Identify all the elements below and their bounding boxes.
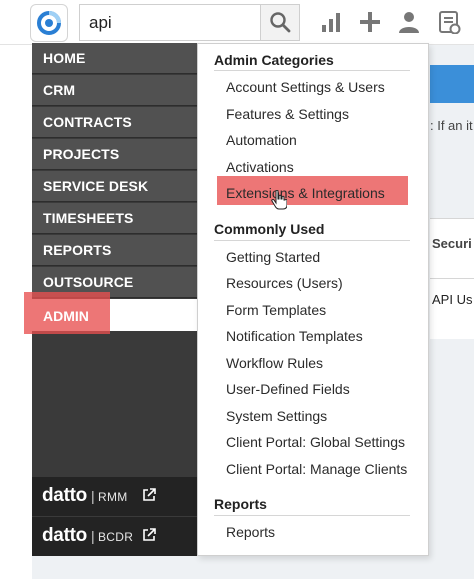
- nav-item-admin-label[interactable]: ADMIN: [43, 308, 89, 324]
- nav-item-home[interactable]: HOME: [32, 43, 197, 74]
- user-icon[interactable]: [397, 10, 421, 34]
- search-icon: [270, 12, 291, 33]
- nav-item-timesheets[interactable]: TIMESHEETS: [32, 203, 197, 234]
- menu-link-activations[interactable]: Activations: [226, 159, 294, 175]
- background-cell: API Us: [432, 292, 473, 307]
- nav-item-reports[interactable]: REPORTS: [32, 235, 197, 266]
- autotask-logo[interactable]: [30, 4, 68, 42]
- hand-cursor-icon: [271, 190, 287, 210]
- analytics-icon[interactable]: [319, 10, 343, 34]
- datto-brand: datto: [42, 525, 87, 546]
- search-box: [79, 4, 300, 41]
- add-icon[interactable]: [358, 10, 382, 34]
- menu-link-extensions-integrations[interactable]: Extensions & Integrations: [226, 185, 385, 201]
- external-link-icon: [143, 528, 156, 541]
- section-divider: [214, 240, 410, 241]
- menu-link-account-settings[interactable]: Account Settings & Users: [226, 79, 385, 95]
- menu-link-resources-users[interactable]: Resources (Users): [226, 275, 343, 291]
- menu-link-workflow-rules[interactable]: Workflow Rules: [226, 355, 323, 371]
- background-info-text: : If an it: [430, 118, 473, 133]
- timesheet-icon[interactable]: [437, 10, 461, 34]
- nav-item-contracts[interactable]: CONTRACTS: [32, 107, 197, 138]
- menu-link-features-settings[interactable]: Features & Settings: [226, 106, 349, 122]
- section-divider: [214, 515, 410, 516]
- datto-separator: |: [91, 488, 95, 504]
- menu-link-system-settings[interactable]: System Settings: [226, 408, 327, 424]
- menu-link-notification-templates[interactable]: Notification Templates: [226, 328, 363, 344]
- section-title-admin-categories: Admin Categories: [214, 52, 334, 68]
- datto-product: BCDR: [98, 530, 134, 544]
- table-divider: [430, 278, 474, 279]
- menu-link-getting-started[interactable]: Getting Started: [226, 249, 320, 265]
- menu-link-user-defined-fields[interactable]: User-Defined Fields: [226, 381, 350, 397]
- menu-link-automation[interactable]: Automation: [226, 132, 297, 148]
- section-title-commonly-used: Commonly Used: [214, 221, 325, 237]
- section-divider: [214, 70, 410, 71]
- datto-bcdr-link[interactable]: datto | BCDR: [32, 517, 197, 556]
- nav-item-projects[interactable]: PROJECTS: [32, 139, 197, 170]
- menu-link-reports[interactable]: Reports: [226, 524, 275, 540]
- menu-link-client-portal-global[interactable]: Client Portal: Global Settings: [226, 434, 405, 450]
- datto-brand: datto: [42, 485, 87, 506]
- datto-product: RMM: [98, 490, 128, 504]
- datto-separator: |: [91, 528, 95, 544]
- menu-link-form-templates[interactable]: Form Templates: [226, 302, 326, 318]
- nav-item-service-desk[interactable]: SERVICE DESK: [32, 171, 197, 202]
- search-input[interactable]: [80, 5, 260, 40]
- top-bar: [0, 0, 474, 45]
- menu-link-client-portal-manage[interactable]: Client Portal: Manage Clients: [226, 461, 407, 477]
- page-banner: [430, 65, 474, 103]
- background-column-header: Securi: [432, 236, 472, 251]
- section-title-reports: Reports: [214, 496, 267, 512]
- nav-item-crm[interactable]: CRM: [32, 75, 197, 106]
- search-button[interactable]: [260, 5, 299, 40]
- datto-rmm-link[interactable]: datto | RMM: [32, 477, 197, 516]
- external-link-icon: [143, 488, 156, 501]
- logo-icon: [37, 11, 61, 35]
